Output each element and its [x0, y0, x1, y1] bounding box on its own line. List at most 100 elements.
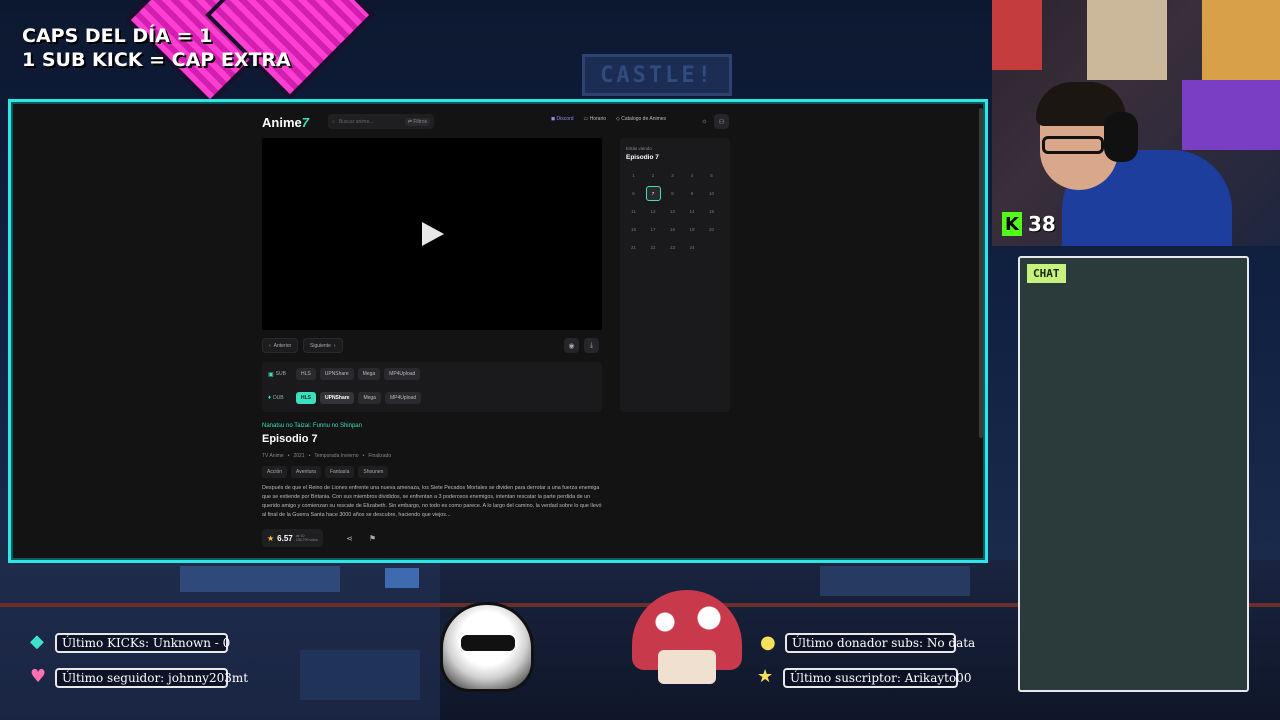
dub-label-text: DUB	[273, 395, 284, 401]
episode-button-5[interactable]: 5	[704, 168, 719, 183]
nav-discord[interactable]: ◼ Discord	[551, 116, 574, 122]
episode-button-1[interactable]: 1	[626, 168, 641, 183]
wall-poster	[1202, 0, 1280, 80]
caps-line-2: 1 SUB KICK = CAP EXTRA	[22, 49, 291, 71]
monitor-icon: ▣	[268, 371, 274, 378]
watched-toggle-button[interactable]: ◉	[564, 338, 579, 353]
genre-tag[interactable]: Shounen	[358, 466, 389, 478]
episode-button-6[interactable]: 6	[626, 186, 641, 201]
meta-year: 2021	[293, 453, 305, 459]
episode-button-19[interactable]: 19	[685, 222, 700, 237]
chat-label: CHAT	[1027, 264, 1066, 283]
diamond-icon: ◆	[30, 631, 44, 652]
sub-server-row: ▣ SUB HLS UPNShare Mega MP4Upload	[268, 368, 421, 380]
heart-icon: ♥	[30, 666, 47, 687]
episode-button-14[interactable]: 14	[685, 204, 700, 219]
mic-icon: ♦	[268, 395, 272, 401]
synopsis-text: Después de que el Reino de Liones enfren…	[262, 485, 602, 518]
discord-icon: ◼	[551, 116, 556, 122]
calendar-icon: ▭	[583, 116, 589, 122]
genre-tag[interactable]: Fantasía	[324, 466, 355, 478]
nav-links: ◼ Discord ▭ Horario ◇ Catalogo de Animes	[551, 116, 666, 122]
episode-button-22[interactable]: 22	[646, 240, 661, 255]
server-mp4upload-dub[interactable]: MP4Upload	[384, 392, 422, 404]
episode-button-9[interactable]: 9	[685, 186, 700, 201]
episode-button-3[interactable]: 3	[665, 168, 680, 183]
caps-counter: CAPS DEL DÍA = 1 1 SUB KICK = CAP EXTRA	[22, 24, 291, 72]
user-button[interactable]: ⚇	[714, 114, 729, 129]
episode-button-10[interactable]: 10	[704, 186, 719, 201]
episode-button-12[interactable]: 12	[646, 204, 661, 219]
webcam-feed	[992, 0, 1280, 246]
share-button[interactable]: ⋖	[342, 531, 357, 546]
episode-meta: TV Anime • 2021 • Temporada Invierno • F…	[262, 453, 391, 459]
episode-button-11[interactable]: 11	[626, 204, 641, 219]
next-label: Siguiente	[310, 342, 331, 349]
episode-button-2[interactable]: 2	[646, 168, 661, 183]
episode-button-8[interactable]: 8	[665, 186, 680, 201]
meta-sep: •	[362, 453, 365, 459]
episode-button-24[interactable]: 24	[685, 240, 700, 255]
report-button[interactable]: ⚑	[365, 531, 380, 546]
episode-button-13[interactable]: 13	[665, 204, 680, 219]
stormtrooper-logo	[440, 602, 534, 692]
chevron-right-icon: ›	[333, 342, 336, 349]
meta-season: Temporada Invierno	[314, 453, 359, 459]
previous-label: Anterior	[273, 342, 292, 349]
site-logo[interactable]: Anime7	[262, 115, 309, 130]
meta-sep: •	[308, 453, 311, 459]
play-icon[interactable]	[422, 222, 444, 246]
download-button[interactable]: ⤓	[584, 338, 599, 353]
episode-button-7[interactable]: 7	[645, 186, 661, 201]
episode-button-15[interactable]: 15	[704, 204, 719, 219]
star-icon: ★	[267, 533, 275, 543]
last-follower-alert: Último seguidor: johnny203mt	[55, 668, 248, 688]
nav-discord-label: Discord	[556, 116, 574, 122]
filter-label: Filtros	[413, 118, 427, 125]
nav-schedule-label: Horario	[589, 116, 607, 122]
theme-toggle-button[interactable]: ☼	[697, 114, 712, 129]
meta-status: Finalizado	[368, 453, 392, 459]
chevron-left-icon: ‹	[269, 342, 271, 349]
episode-button-18[interactable]: 18	[665, 222, 680, 237]
scrollbar[interactable]	[979, 108, 983, 438]
previous-episode-button[interactable]: ‹ Anterior	[262, 338, 299, 353]
chat-panel[interactable]: CHAT	[1018, 256, 1249, 692]
browser-capture-frame: Anime7 ⌕ Buscar anime... ⇄ Filtros ◼ Dis…	[8, 99, 988, 563]
rating-box: ★ 6.57 de 10 236,799 votos	[262, 529, 323, 547]
episode-grid: 1 2 3 4 5 6 7 8 9 10 11 12 13 14 15 16 17 18 19 20 21 22 23 24	[626, 168, 719, 255]
logo-suffix: 7	[301, 115, 309, 130]
user-icon: ⚇	[718, 118, 725, 126]
server-hls-sub[interactable]: HLS	[296, 368, 316, 380]
server-mp4upload-sub[interactable]: MP4Upload	[384, 368, 421, 380]
download-icon: ⤓	[589, 341, 594, 349]
coin-icon: ●	[760, 632, 776, 653]
sun-icon: ☼	[701, 118, 708, 125]
episode-button-17[interactable]: 17	[646, 222, 661, 237]
episode-button-16[interactable]: 16	[626, 222, 641, 237]
episode-button-21[interactable]: 21	[626, 240, 641, 255]
genre-tag[interactable]: Acción	[262, 466, 288, 478]
genre-tag[interactable]: Aventura	[291, 466, 321, 478]
series-title-link[interactable]: Nanatsu no Taizai: Funnu no Shinpan	[262, 423, 362, 429]
server-mega-dub[interactable]: Mega	[358, 392, 381, 404]
nav-schedule[interactable]: ▭ Horario	[584, 116, 607, 122]
nav-catalog[interactable]: ◇ Catalogo de Animes	[616, 116, 666, 122]
next-episode-button[interactable]: Siguiente ›	[303, 338, 343, 353]
genre-list: Acción Aventura Fantasía Shounen	[262, 466, 389, 478]
episode-button-4[interactable]: 4	[685, 168, 700, 183]
viewer-number: 38	[1028, 212, 1056, 236]
sub-label-text: SUB	[275, 371, 286, 377]
search-input[interactable]: ⌕ Buscar anime... ⇄ Filtros	[328, 114, 434, 129]
server-mega-sub[interactable]: Mega	[357, 368, 381, 380]
filter-button[interactable]: ⇄ Filtros	[404, 117, 430, 126]
server-hls-dub[interactable]: HLS	[296, 392, 316, 404]
episode-button-20[interactable]: 20	[704, 222, 719, 237]
kick-viewer-count: K 38	[1002, 212, 1056, 236]
server-selector: ▣ SUB HLS UPNShare Mega MP4Upload ♦ DUB HL…	[262, 362, 602, 412]
rating-value: 6.57	[277, 533, 293, 543]
video-player[interactable]	[262, 138, 602, 330]
server-upnshare-sub[interactable]: UPNShare	[319, 368, 354, 380]
server-upnshare-dub[interactable]: UPNShare	[320, 392, 355, 404]
episode-button-23[interactable]: 23	[665, 240, 680, 255]
